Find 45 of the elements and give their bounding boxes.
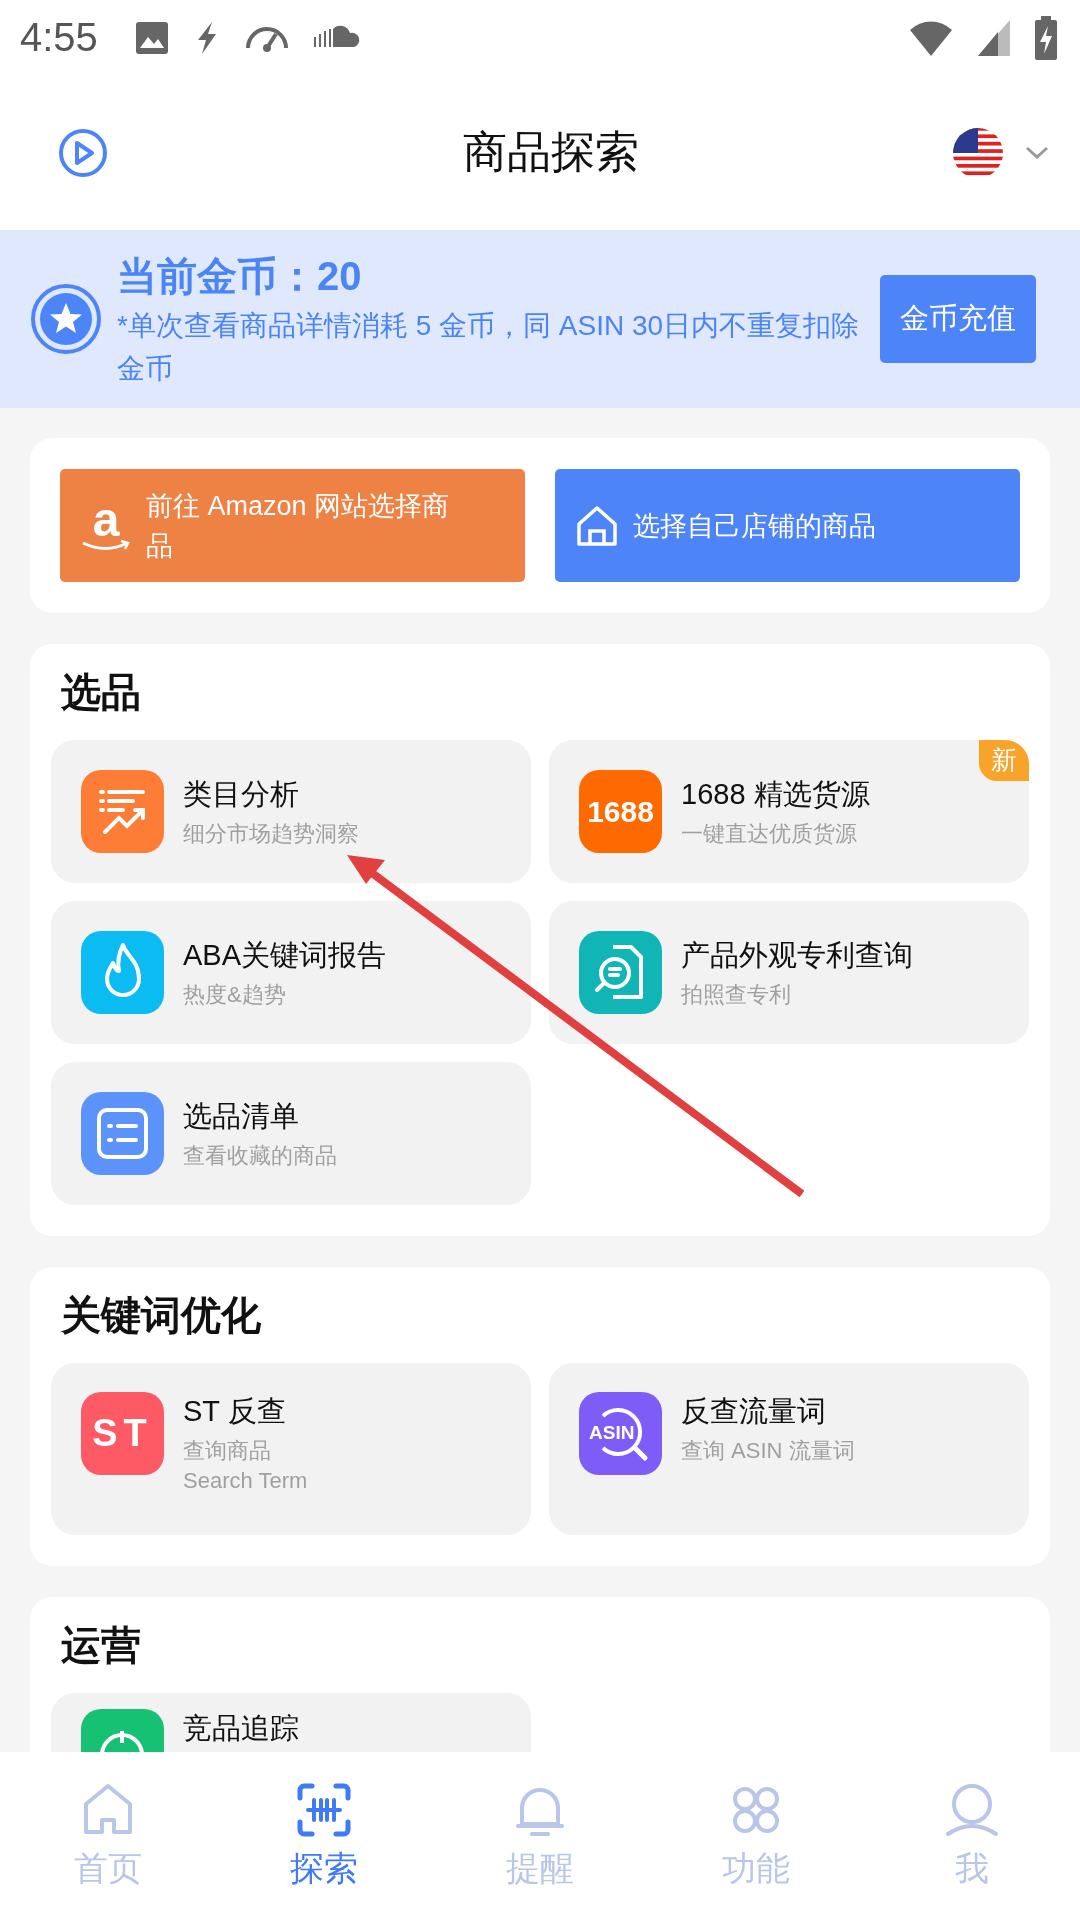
tool-subtitle: 细分市场趋势洞察 xyxy=(183,819,359,848)
tool-title: 选品清单 xyxy=(183,1098,300,1134)
page-title: 商品探索 xyxy=(461,125,640,179)
tool-tile[interactable]: ABA关键词报告 热度&趋势 xyxy=(51,901,531,1044)
tool-tile[interactable]: 1688 1688 精选货源 一键直达优质货源 新 xyxy=(549,740,1029,883)
house-icon xyxy=(575,503,619,548)
tool-title: 1688 精选货源 xyxy=(681,776,870,812)
list-icon xyxy=(81,1092,164,1175)
coin-note: *单次查看商品详情消耗 5 金币，同 ASIN 30日内不重复扣除金币 xyxy=(117,308,861,386)
logo-icon: 1688 xyxy=(579,770,662,853)
tool-subtitle: 查询商品 Search Term xyxy=(183,1437,308,1495)
logo-icon: ASIN xyxy=(579,1392,662,1475)
tool-subtitle: 热度&趋势 xyxy=(183,980,287,1009)
section-title: 运营 xyxy=(60,1620,142,1670)
tool-subtitle: 拍照查专利 xyxy=(681,980,792,1009)
tool-tile[interactable]: ASIN 反查流量词 查询 ASIN 流量词 xyxy=(549,1363,1029,1535)
flame-icon xyxy=(81,931,164,1014)
new-badge: 新 xyxy=(979,740,1029,781)
tool-title: 类目分析 xyxy=(183,776,300,812)
smile-arrow-icon xyxy=(81,539,131,552)
tool-tile[interactable]: 选品清单 查看收藏的商品 xyxy=(51,1062,531,1205)
tool-subtitle: 一键直达优质货源 xyxy=(681,819,858,848)
tool-title: 产品外观专利查询 xyxy=(681,937,913,973)
logo-icon: ST xyxy=(81,1392,164,1475)
section-title: 选品 xyxy=(60,667,142,717)
tool-title: ABA关键词报告 xyxy=(183,937,387,973)
tool-tile[interactable]: 产品外观专利查询 拍照查专利 xyxy=(549,901,1029,1044)
document-search-icon xyxy=(579,931,662,1014)
tool-tile[interactable]: ST ST 反查 查询商品 Search Term xyxy=(51,1363,531,1535)
coin-balance: 当前金币：20 xyxy=(117,252,363,300)
image-icon xyxy=(133,19,170,56)
section-title: 关键词优化 xyxy=(60,1290,262,1340)
nav-tab[interactable]: 探索 xyxy=(216,1752,432,1920)
play-icon[interactable] xyxy=(57,126,109,179)
chart-icon xyxy=(81,770,164,853)
tool-title: 反查流量词 xyxy=(681,1394,827,1429)
tool-subtitle: 查询 ASIN 流量词 xyxy=(681,1437,855,1465)
battery-icon xyxy=(1034,15,1058,60)
tool-tile[interactable]: 类目分析 细分市场趋势洞察 xyxy=(51,740,531,883)
tool-title: ST 反查 xyxy=(183,1394,287,1429)
clock-time: 4:55 xyxy=(20,15,98,60)
tool-tile[interactable]: 竞品追踪 xyxy=(51,1693,531,1752)
chevron-down-icon[interactable] xyxy=(1024,144,1050,161)
tool-title: 竞品追踪 xyxy=(183,1711,299,1746)
tool-subtitle: 查看收藏的商品 xyxy=(183,1141,337,1170)
